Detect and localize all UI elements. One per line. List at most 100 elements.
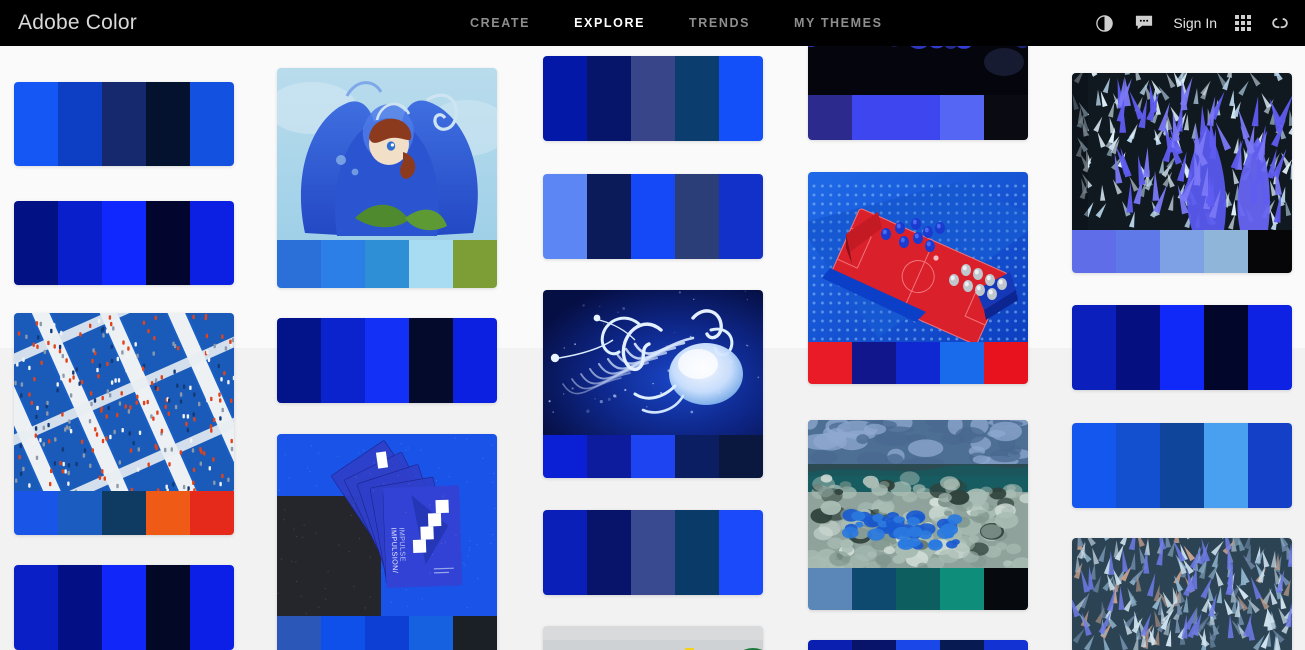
color-swatch[interactable] — [146, 491, 190, 535]
color-swatch[interactable] — [14, 565, 58, 650]
color-swatch[interactable] — [453, 240, 497, 288]
color-swatch[interactable] — [102, 491, 146, 535]
image-card-reef-landscape[interactable] — [808, 420, 1028, 610]
color-swatch[interactable] — [675, 435, 719, 478]
color-swatch[interactable] — [896, 342, 940, 384]
color-swatch[interactable] — [409, 240, 453, 288]
palette-card-blues-6[interactable] — [543, 174, 763, 259]
color-swatch[interactable] — [587, 56, 631, 141]
image-card-objects-partial[interactable] — [543, 626, 763, 650]
color-swatch[interactable] — [984, 640, 1028, 650]
sign-in-button[interactable]: Sign In — [1173, 15, 1217, 31]
color-swatch[interactable] — [543, 174, 587, 259]
color-swatch[interactable] — [675, 510, 719, 595]
color-swatch[interactable] — [102, 201, 146, 285]
color-swatch[interactable] — [190, 491, 234, 535]
color-swatch[interactable] — [1204, 305, 1248, 390]
nav-item-my-themes[interactable]: MY THEMES — [794, 16, 883, 30]
color-swatch[interactable] — [940, 568, 984, 610]
color-swatch[interactable] — [940, 95, 984, 140]
palette-card-blues-9[interactable] — [1072, 423, 1292, 508]
color-swatch[interactable] — [190, 82, 234, 166]
image-card-pool-aerial[interactable] — [14, 313, 234, 535]
color-swatch[interactable] — [675, 174, 719, 259]
color-swatch[interactable] — [587, 435, 631, 478]
color-swatch[interactable] — [58, 82, 102, 166]
color-swatch[interactable] — [852, 342, 896, 384]
color-swatch[interactable] — [852, 640, 896, 650]
app-grid-icon[interactable] — [1235, 15, 1251, 31]
color-swatch[interactable] — [1116, 305, 1160, 390]
color-swatch[interactable] — [1204, 230, 1248, 273]
color-swatch[interactable] — [984, 568, 1028, 610]
color-swatch[interactable] — [1248, 230, 1292, 273]
contrast-circle-icon[interactable] — [1093, 12, 1115, 34]
color-swatch[interactable] — [675, 56, 719, 141]
color-swatch[interactable] — [808, 568, 852, 610]
color-swatch[interactable] — [1160, 423, 1204, 508]
color-swatch[interactable] — [58, 565, 102, 650]
color-swatch[interactable] — [1248, 423, 1292, 508]
color-swatch[interactable] — [719, 435, 763, 478]
color-swatch[interactable] — [277, 240, 321, 288]
color-swatch[interactable] — [587, 510, 631, 595]
palette-card-blues-4[interactable] — [277, 318, 497, 403]
color-swatch[interactable] — [146, 201, 190, 285]
color-swatch[interactable] — [719, 174, 763, 259]
color-swatch[interactable] — [984, 95, 1028, 140]
color-swatch[interactable] — [543, 510, 587, 595]
color-swatch[interactable] — [719, 510, 763, 595]
palette-card-blues-1[interactable] — [14, 82, 234, 166]
color-swatch[interactable] — [543, 435, 587, 478]
color-swatch[interactable] — [277, 616, 321, 650]
color-swatch[interactable] — [984, 342, 1028, 384]
color-swatch[interactable] — [146, 565, 190, 650]
image-card-coral-reef-bottom[interactable] — [1072, 538, 1292, 650]
color-swatch[interactable] — [1248, 305, 1292, 390]
color-swatch[interactable] — [365, 318, 409, 403]
color-swatch[interactable] — [1160, 230, 1204, 273]
palette-card-partial-bottom-c4[interactable] — [808, 640, 1028, 650]
image-card-purple-coral[interactable] — [1072, 73, 1292, 273]
color-swatch[interactable] — [719, 56, 763, 141]
color-swatch[interactable] — [365, 616, 409, 650]
palette-card-blues-3[interactable] — [14, 565, 234, 650]
color-swatch[interactable] — [587, 174, 631, 259]
color-swatch[interactable] — [543, 56, 587, 141]
palette-card-blues-5[interactable] — [543, 56, 763, 141]
color-swatch[interactable] — [631, 510, 675, 595]
color-swatch[interactable] — [896, 640, 940, 650]
color-swatch[interactable] — [365, 240, 409, 288]
color-swatch[interactable] — [1116, 423, 1160, 508]
color-swatch[interactable] — [453, 318, 497, 403]
palette-card-blues-7[interactable] — [543, 510, 763, 595]
brand-logo[interactable]: Adobe Color — [18, 0, 137, 46]
color-swatch[interactable] — [631, 435, 675, 478]
color-swatch[interactable] — [852, 568, 896, 610]
palette-card-blues-8[interactable] — [1072, 305, 1292, 390]
color-swatch[interactable] — [321, 616, 365, 650]
color-swatch[interactable] — [453, 616, 497, 650]
color-swatch[interactable] — [321, 318, 365, 403]
creative-cloud-icon[interactable] — [1269, 12, 1291, 34]
color-swatch[interactable] — [631, 56, 675, 141]
color-swatch[interactable] — [808, 342, 852, 384]
color-swatch[interactable] — [277, 318, 321, 403]
color-swatch[interactable] — [1160, 305, 1204, 390]
nav-item-create[interactable]: CREATE — [470, 16, 530, 30]
color-swatch[interactable] — [940, 640, 984, 650]
color-swatch[interactable] — [14, 82, 58, 166]
color-swatch[interactable] — [896, 95, 940, 140]
chat-bubble-icon[interactable] — [1133, 12, 1155, 34]
color-swatch[interactable] — [1204, 423, 1248, 508]
image-card-tulip-child[interactable] — [277, 68, 497, 288]
color-swatch[interactable] — [852, 95, 896, 140]
color-swatch[interactable] — [808, 95, 852, 140]
color-swatch[interactable] — [1116, 230, 1160, 273]
color-swatch[interactable] — [58, 201, 102, 285]
color-swatch[interactable] — [1072, 305, 1116, 390]
color-swatch[interactable] — [321, 240, 365, 288]
color-swatch[interactable] — [146, 82, 190, 166]
palette-card-blues-2[interactable] — [14, 201, 234, 285]
color-swatch[interactable] — [1072, 423, 1116, 508]
